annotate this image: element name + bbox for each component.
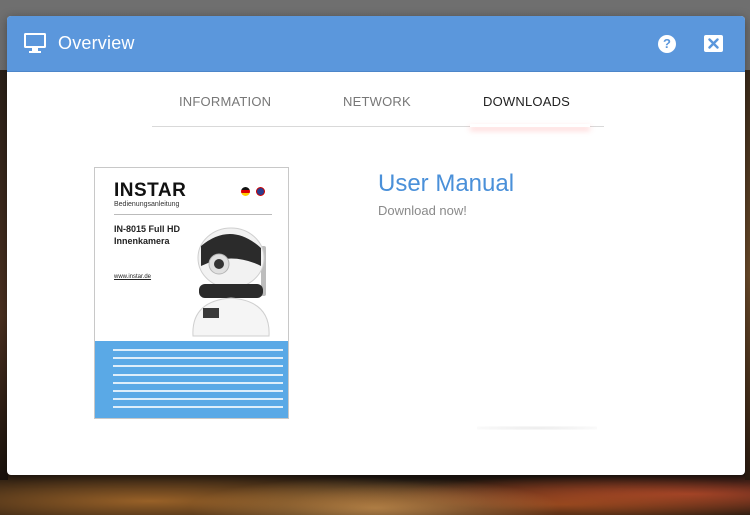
cover-flags [239,183,266,201]
uk-flag-icon [256,187,266,196]
cover-model-line1: IN-8015 Full HD [114,224,181,234]
user-manual-cover[interactable]: INSTAR Bedienungsanleitung IN-8015 Full … [94,167,289,419]
cover-divider [114,214,272,215]
de-flag-icon [241,187,250,196]
decorative-shadow [477,426,597,430]
overview-dialog: Overview ? INFORMATION NETWORK DOWNLOADS… [7,16,745,475]
cover-brand-text: INSTAR [114,180,187,201]
tab-bar: INFORMATION NETWORK DOWNLOADS [152,86,604,127]
close-button[interactable] [704,35,723,52]
tab-downloads[interactable]: DOWNLOADS [483,94,570,109]
monitor-icon [24,33,46,53]
cover-model: IN-8015 Full HD Innenkamera [114,223,180,247]
dialog-title: Overview [58,33,135,53]
download-now-link[interactable]: Download now! [378,203,467,218]
help-button[interactable]: ? [658,35,676,53]
background-edge-right [745,70,750,480]
close-icon [708,38,719,49]
cover-brand: INSTAR [114,180,186,202]
cover-url: www.instar.de [114,274,152,280]
help-icon: ? [663,36,671,51]
cover-feature-band [95,341,288,418]
tab-network[interactable]: NETWORK [343,94,411,109]
tab-information[interactable]: INFORMATION [179,94,271,109]
dialog-header: Overview ? [7,16,745,72]
camera-image [192,227,270,337]
cover-model-line2: Innenkamera [114,236,170,246]
user-manual-link[interactable]: User Manual [378,170,514,198]
active-tab-indicator [470,124,590,127]
cover-brand-subtitle: Bedienungsanleitung [114,201,180,208]
